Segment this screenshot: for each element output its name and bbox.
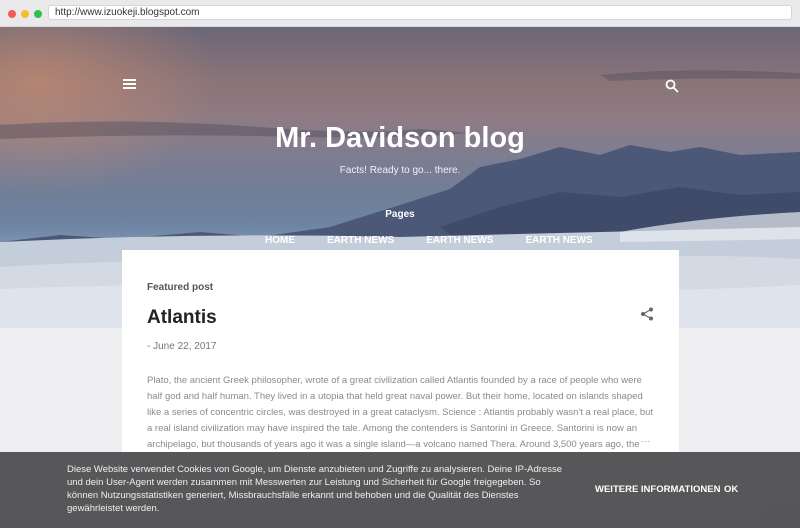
- share-icon[interactable]: [640, 307, 654, 321]
- blog-description: Facts! Ready to go... there.: [339, 165, 461, 176]
- cookie-notice-text: Diese Website verwendet Cookies von Goog…: [67, 464, 562, 514]
- search-icon[interactable]: [665, 79, 679, 93]
- post-title[interactable]: Atlantis: [147, 307, 217, 329]
- pages-label: Pages: [385, 209, 415, 220]
- browser-chrome: http://www.izuokeji.blogspot.com: [0, 0, 800, 27]
- window-minimize-dot[interactable]: [21, 10, 29, 18]
- hamburger-menu-icon[interactable]: [123, 79, 136, 89]
- ok-button[interactable]: OK: [724, 484, 738, 495]
- cookie-banner: Diese Website verwendet Cookies von Goog…: [0, 452, 800, 528]
- post-more-ellipsis[interactable]: …: [641, 434, 651, 445]
- more-info-button[interactable]: WEITERE INFORMATIONEN: [595, 484, 720, 495]
- post-date[interactable]: - June 22, 2017: [147, 341, 217, 352]
- url-bar[interactable]: http://www.izuokeji.blogspot.com: [48, 5, 792, 20]
- window-close-dot[interactable]: [8, 10, 16, 18]
- blog-title[interactable]: Mr. Davidson blog: [0, 122, 800, 155]
- featured-post-label: Featured post: [147, 282, 214, 293]
- window-maximize-dot[interactable]: [34, 10, 42, 18]
- post-snippet: Plato, the ancient Greek philosopher, wr…: [147, 375, 654, 450]
